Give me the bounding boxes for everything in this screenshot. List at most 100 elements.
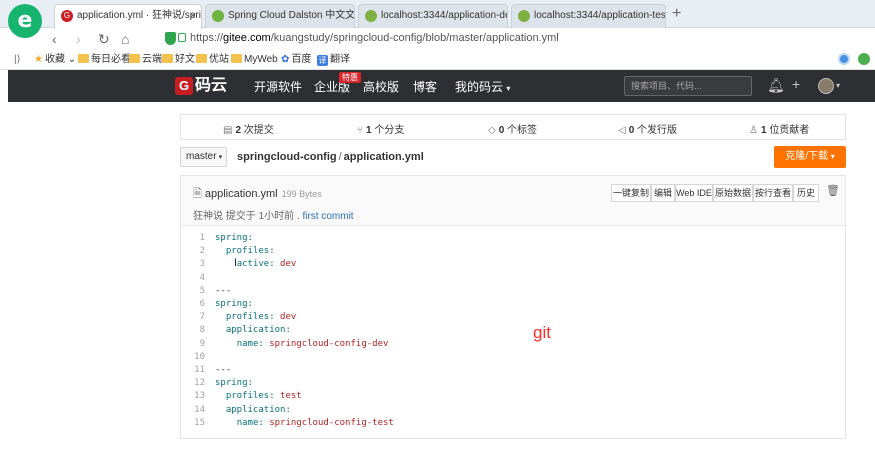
line-number[interactable]: 11 bbox=[181, 364, 205, 377]
edit-button[interactable]: 编辑 bbox=[651, 184, 675, 202]
promo-badge: 特惠 bbox=[339, 72, 361, 83]
bookmark-folder[interactable]: MyWeb bbox=[231, 53, 278, 67]
nav-open-source[interactable]: 开源软件 bbox=[254, 79, 302, 95]
line-number[interactable]: 12 bbox=[181, 377, 205, 390]
line-number[interactable]: 8 bbox=[181, 324, 205, 337]
gitee-logo[interactable]: G 码云 bbox=[175, 76, 227, 96]
folder-icon bbox=[231, 54, 242, 63]
branch-selector[interactable]: master ▾ bbox=[180, 147, 227, 167]
line-number[interactable]: 10 bbox=[181, 351, 205, 364]
avatar[interactable] bbox=[818, 78, 834, 94]
stat-commits[interactable]: ▤ 2 次提交 bbox=[223, 121, 274, 136]
tab-localhost-test[interactable]: localhost:3344/application-tes bbox=[511, 4, 666, 28]
chevron-down-icon[interactable]: ▾ bbox=[836, 81, 840, 90]
history-button[interactable]: 历史 bbox=[793, 184, 819, 202]
browser-logo-icon[interactable]: e bbox=[8, 4, 42, 38]
tab-label: localhost:3344/application-de bbox=[381, 10, 508, 21]
stat-tags[interactable]: ◇ 0 个标签 bbox=[488, 121, 537, 136]
stat-branches[interactable]: ⑂ 1 个分支 bbox=[357, 121, 404, 136]
line-content: spring: bbox=[215, 299, 253, 309]
reload-icon[interactable]: ↻ bbox=[98, 30, 110, 48]
commit-author[interactable]: 狂神说 bbox=[193, 211, 223, 222]
line-number[interactable]: 2 bbox=[181, 245, 205, 258]
line-number[interactable]: 13 bbox=[181, 390, 205, 403]
web-ide-button[interactable]: Web IDE bbox=[675, 184, 713, 202]
new-tab-button[interactable]: + bbox=[672, 5, 681, 23]
line-number[interactable]: 3 bbox=[181, 258, 205, 271]
tab-label: application.yml · 狂神说/sprin bbox=[77, 10, 202, 21]
line-number[interactable]: 1 bbox=[181, 232, 205, 245]
header-search-input[interactable]: 搜索项目、代码... bbox=[624, 76, 752, 96]
repo-stats-bar: ▤ 2 次提交 ⑂ 1 个分支 ◇ 0 个标签 ◁ 0 个发行版 ♙ 1 位贡献者 bbox=[180, 114, 846, 140]
line-content: --- bbox=[215, 365, 232, 375]
line-number[interactable]: 15 bbox=[181, 417, 205, 430]
spring-favicon-icon bbox=[212, 10, 224, 22]
bookmark-folder[interactable]: 好文 bbox=[162, 53, 195, 67]
line-content: name: springcloud-config-dev bbox=[236, 338, 389, 349]
wechat-extension-icon[interactable] bbox=[858, 53, 870, 65]
bookmark-baidu[interactable]: ✿ 百度 bbox=[281, 53, 311, 67]
sidebar-toggle-icon[interactable]: |⟩ bbox=[14, 53, 21, 67]
nav-my-gitee[interactable]: 我的码云 ▾ bbox=[455, 79, 510, 97]
bookmark-folder[interactable]: 云端 bbox=[129, 53, 162, 67]
line-content: application: bbox=[225, 325, 291, 336]
file-icon: 🗎︎ bbox=[193, 188, 202, 200]
bookmark-folder[interactable]: 每日必看 bbox=[78, 53, 131, 67]
tab-localhost-dev[interactable]: localhost:3344/application-de bbox=[358, 4, 508, 28]
folder-icon bbox=[196, 54, 207, 63]
breadcrumb-separator: / bbox=[338, 151, 342, 163]
commit-message-link[interactable]: first commit bbox=[302, 211, 353, 222]
line-number[interactable]: 9 bbox=[181, 338, 205, 351]
security-shield-icon[interactable] bbox=[165, 32, 176, 45]
bookmark-translate[interactable]: 译翻译 bbox=[317, 53, 350, 67]
copy-button[interactable]: 一键复制 bbox=[611, 184, 651, 202]
breadcrumb: springcloud-config / application.yml bbox=[237, 151, 424, 163]
tab-spring-cloud-docs[interactable]: Spring Cloud Dalston 中文文档 bbox=[205, 4, 355, 28]
line-number[interactable]: 6 bbox=[181, 298, 205, 311]
back-icon[interactable]: ‹ bbox=[52, 30, 57, 48]
extension-icon[interactable] bbox=[838, 53, 850, 65]
bookmark-folder[interactable]: 优站 bbox=[196, 53, 229, 67]
release-icon: ◁ bbox=[618, 125, 626, 136]
folder-icon bbox=[129, 54, 140, 63]
star-icon: ★ bbox=[34, 54, 43, 65]
line-number[interactable]: 4 bbox=[181, 272, 205, 285]
bookmarks-bar: |⟩ ★ 收藏 ⌄ 每日必看 云端 好文 优站 MyWeb ✿ 百度 译翻译 bbox=[0, 50, 875, 70]
line-number[interactable]: 14 bbox=[181, 404, 205, 417]
stat-contributors[interactable]: ♙ 1 位贡献者 bbox=[749, 121, 809, 136]
breadcrumb-file: application.yml bbox=[343, 151, 424, 163]
tab-application-yml[interactable]: G application.yml · 狂神说/sprin × bbox=[54, 4, 202, 29]
line-number[interactable]: 5 bbox=[181, 285, 205, 298]
blame-button[interactable]: 按行查看 bbox=[753, 184, 793, 202]
commit-info: 狂神说 提交于 1小时前 . first commit bbox=[193, 211, 354, 222]
address-bar: ‹ › ↻ ⌂ https://gitee.com/kuangstudy/spr… bbox=[0, 28, 875, 50]
branch-icon: ⑂ bbox=[357, 125, 363, 136]
file-header: 🗎︎ application.yml 199 Bytes 狂神说 提交于 1小时前 … bbox=[181, 176, 845, 226]
stat-releases[interactable]: ◁ 0 个发行版 bbox=[618, 121, 677, 136]
caret-down-icon: ▾ bbox=[830, 152, 835, 161]
bell-icon[interactable]: 🔔︎ bbox=[767, 77, 785, 93]
plus-icon[interactable]: + bbox=[792, 76, 800, 92]
url-input[interactable]: https://gitee.com/kuangstudy/springcloud… bbox=[190, 32, 559, 44]
leaf-favicon-icon bbox=[518, 10, 530, 22]
nav-blog[interactable]: 博客 bbox=[413, 79, 437, 95]
line-content: profiles: bbox=[225, 246, 275, 257]
forward-icon[interactable]: › bbox=[76, 30, 81, 48]
line-content: spring: bbox=[215, 378, 253, 389]
nav-education[interactable]: 高校版 bbox=[363, 79, 399, 95]
line-content: name: springcloud-config-test bbox=[236, 417, 394, 428]
tag-icon: ◇ bbox=[488, 125, 496, 136]
raw-button[interactable]: 原始数据 bbox=[713, 184, 753, 202]
delete-icon[interactable]: 🗑︎ bbox=[826, 184, 840, 197]
breadcrumb-repo-link[interactable]: springcloud-config bbox=[237, 151, 337, 163]
baidu-paw-icon: ✿ bbox=[281, 54, 290, 65]
home-icon[interactable]: ⌂ bbox=[121, 30, 129, 48]
close-tab-icon[interactable]: × bbox=[190, 5, 196, 27]
line-number[interactable]: 7 bbox=[181, 311, 205, 324]
clone-download-button[interactable]: 克隆/下载 ▾ bbox=[774, 146, 846, 168]
gitee-favicon-icon: G bbox=[61, 10, 73, 22]
browser-tab-strip: G application.yml · 狂神说/sprin × Spring C… bbox=[0, 0, 875, 29]
lock-icon bbox=[178, 33, 186, 42]
bookmark-favorites[interactable]: ★ 收藏 ⌄ bbox=[34, 53, 76, 67]
line-content: spring: bbox=[215, 233, 253, 243]
